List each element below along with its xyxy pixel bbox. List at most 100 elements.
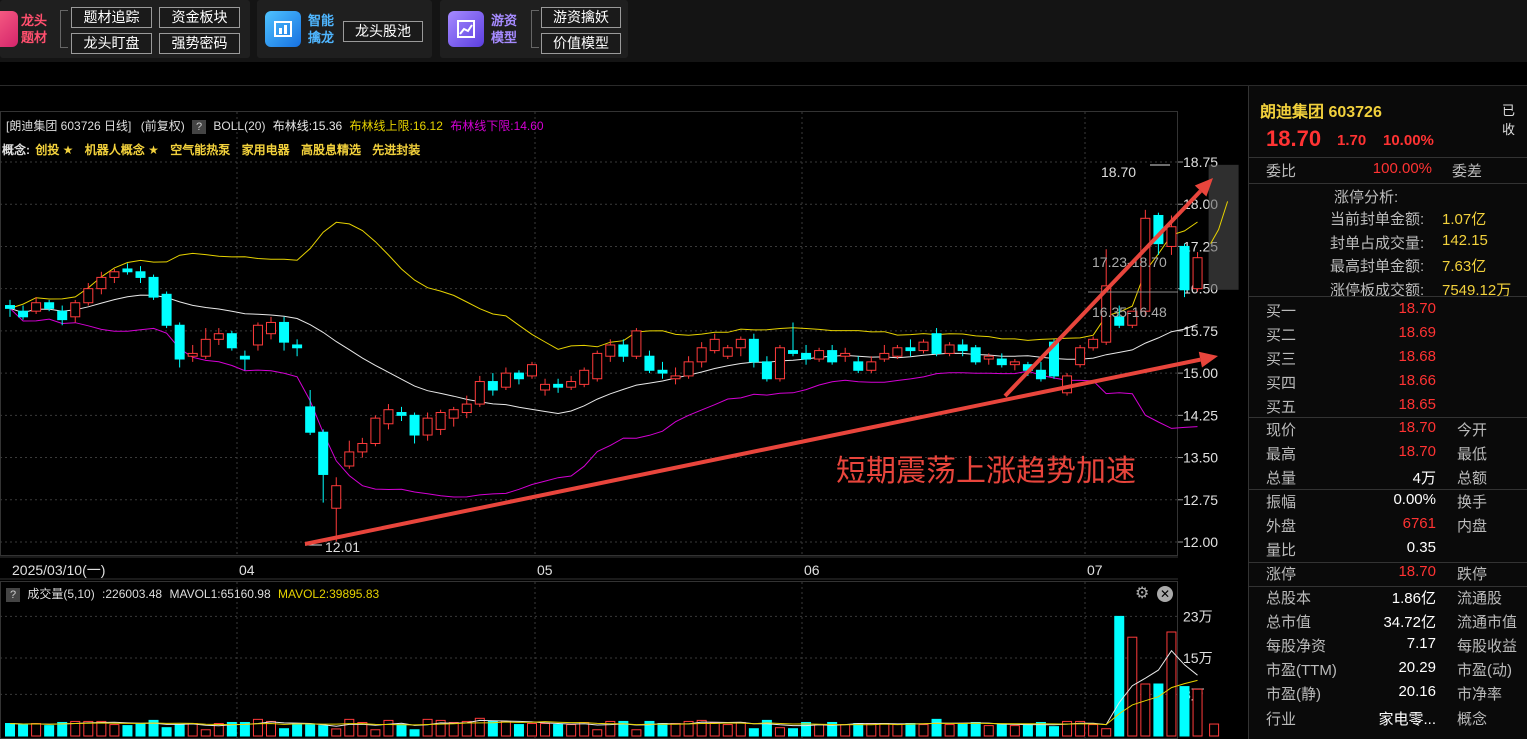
candle-body <box>709 338 720 352</box>
candle-body <box>970 347 981 363</box>
volume-bar <box>1179 686 1190 737</box>
volume-bar <box>670 723 681 737</box>
candle-body <box>44 302 55 309</box>
candle-body <box>774 347 785 380</box>
date-label: 2025/03/10(一) <box>12 562 105 578</box>
close-icon[interactable]: ✕ <box>1157 586 1173 602</box>
bid-row-value: 18.69 <box>1398 324 1436 341</box>
bid-row: 买一 18.70 <box>1249 300 1527 324</box>
volume-bar <box>788 728 798 737</box>
tab-strip <box>0 62 1527 86</box>
quote-row-label-2: 市盈(动) <box>1457 662 1512 679</box>
candle-body <box>474 381 485 405</box>
candle-body <box>305 406 316 433</box>
leader-theme-icon[interactable] <box>0 11 18 47</box>
industry-label: 行业 <box>1266 711 1297 728</box>
candle-body <box>409 414 420 436</box>
range-label-2: 16.35-16.48 <box>1092 304 1167 320</box>
volume-bar <box>448 721 459 737</box>
help-icon[interactable]: ? <box>192 120 207 134</box>
boll-label: BOLL(20) <box>213 119 266 133</box>
chart-header: [朗迪集团 603726 日线] (前复权) ? BOLL(20) 布林线:15… <box>6 117 544 134</box>
capital-sector-button[interactable]: 资金板块 <box>159 7 240 28</box>
hot-money-capture-button[interactable]: 游资擒妖 <box>541 7 621 28</box>
candle-body <box>1062 375 1073 394</box>
quote-row: 总量 4万 总额 <box>1249 467 1527 491</box>
volume-bar <box>801 721 812 737</box>
volume-bar <box>383 719 394 737</box>
help-icon[interactable]: ? <box>6 588 20 602</box>
volume-bar <box>566 724 577 737</box>
volume-bar <box>187 723 198 737</box>
volume-bar <box>892 724 903 737</box>
low-price-label: 12.01 <box>325 539 360 555</box>
candle-body <box>1035 369 1046 380</box>
volume-bar <box>918 724 929 737</box>
volume-bar <box>122 725 133 737</box>
quote-row: 量比 0.35 <box>1249 539 1527 563</box>
concept-tag[interactable]: 空气能热泵 <box>170 143 230 157</box>
candle-body <box>618 344 629 357</box>
volume-bar <box>527 723 537 737</box>
concept-tag[interactable]: 先进封装 <box>372 143 420 157</box>
candle-body <box>696 347 707 363</box>
volume-bar <box>370 729 381 737</box>
candle-body <box>1166 226 1177 247</box>
hot-money-icon[interactable] <box>448 11 484 47</box>
concept-link[interactable]: 概念 <box>1457 708 1487 729</box>
bid-row-value: 18.70 <box>1398 300 1436 317</box>
quote-row: 最高 18.70 最低 <box>1249 443 1527 467</box>
candle-body <box>57 310 68 321</box>
volume-bars <box>5 615 1220 737</box>
smart-capture-icon[interactable] <box>265 11 301 47</box>
volume-bar <box>44 725 55 737</box>
price-change-pct: 10.00% <box>1383 132 1434 149</box>
volume-bar <box>709 721 720 737</box>
concept-tag[interactable]: 机器人概念 ★ <box>85 143 159 157</box>
market-status: 已收 <box>1502 103 1516 137</box>
volume-bar <box>996 724 1007 737</box>
candle-body <box>357 442 368 453</box>
kline-chart[interactable]: 18.7518.0017.2516.5015.7515.0014.2513.50… <box>0 86 1242 739</box>
mavol1-value: MAVOL1:65160.98 <box>169 587 271 601</box>
candle-body <box>513 372 524 380</box>
kline-chart-panel[interactable]: 18.7518.0017.2516.5015.7515.0014.2513.50… <box>0 86 1242 739</box>
volume-bar <box>931 718 942 737</box>
bid-row-label: 买二 <box>1266 327 1297 344</box>
volume-bar <box>396 724 407 737</box>
candle-body <box>683 361 694 377</box>
candle-body <box>579 369 590 385</box>
divider <box>1249 489 1527 490</box>
volume-header: ? 成交量(5,10) :226003.48 MAVOL1:65160.98 M… <box>6 585 379 602</box>
strong-code-button[interactable]: 强势密码 <box>159 33 240 54</box>
bid-row-label: 买四 <box>1266 375 1297 392</box>
value-model-button[interactable]: 价值模型 <box>541 33 621 54</box>
leader-pool-button[interactable]: 龙头股池 <box>343 21 423 42</box>
volume-bar <box>135 723 146 737</box>
stock-name: 朗迪集团 603726 <box>1260 104 1382 121</box>
volume-bar <box>983 725 994 737</box>
leader-watch-button[interactable]: 龙头盯盘 <box>71 33 152 54</box>
limit-up-row-label: 最高封单金额: <box>1330 258 1425 275</box>
theme-tracking-button[interactable]: 题材追踪 <box>71 7 152 28</box>
industry-value[interactable]: 家电零... <box>1378 708 1436 729</box>
adjust-mode[interactable]: (前复权) <box>141 119 185 133</box>
trend-annotation: 短期震荡上涨趋势加速 <box>836 455 1136 488</box>
candle-body <box>96 276 107 290</box>
date-label: 06 <box>804 562 820 578</box>
concept-tag[interactable]: 创投 ★ <box>35 143 73 157</box>
candle-body <box>383 409 394 425</box>
volume-bar <box>905 723 916 737</box>
concept-tag[interactable]: 高股息精选 <box>301 143 361 157</box>
bid-row-label: 买三 <box>1266 351 1297 368</box>
concept-tag[interactable]: 家用电器 <box>242 143 290 157</box>
divider <box>1249 417 1527 418</box>
candle-body <box>226 333 237 349</box>
volume-bar <box>1114 615 1125 737</box>
settings-gear-icon[interactable]: ⚙ <box>1135 585 1153 603</box>
volume-bar <box>774 727 785 737</box>
candle-body <box>957 344 968 352</box>
candle-body <box>527 364 537 377</box>
quote-row: 外盘 6761 内盘 <box>1249 515 1527 539</box>
price-tick-label: 12.00 <box>1183 534 1218 550</box>
